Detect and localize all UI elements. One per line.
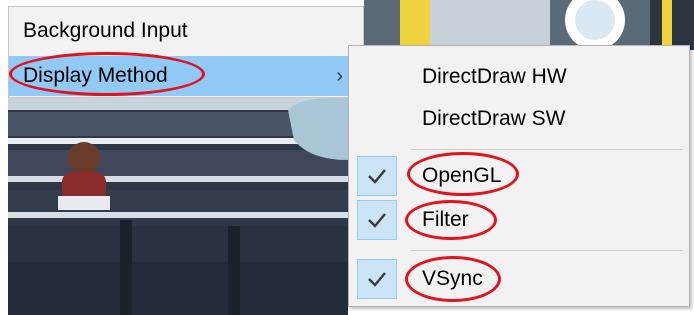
menu-item-label: Background Input	[23, 19, 188, 42]
screenshot-canvas: Background Input Display Method › Direct…	[0, 0, 694, 315]
menu-item-label: Display Method	[23, 64, 168, 87]
submenu-item-label: OpenGL	[422, 164, 502, 187]
submenu-item-directdraw-hw[interactable]: DirectDraw HW	[349, 56, 689, 98]
chevron-right-icon: ›	[336, 65, 343, 87]
submenu-item-filter[interactable]: Filter	[349, 199, 689, 241]
submenu-item-label: Filter	[422, 208, 469, 231]
checkmark-icon	[357, 200, 397, 240]
checkmark-icon	[357, 259, 397, 299]
menu-separator	[411, 250, 683, 251]
submenu-item-label: DirectDraw SW	[422, 107, 566, 130]
submenu-item-label: VSync	[422, 267, 483, 290]
parent-menu: Background Input Display Method ›	[8, 6, 364, 98]
submenu-item-label: DirectDraw HW	[422, 65, 567, 88]
submenu-item-vsync[interactable]: VSync	[349, 258, 689, 300]
menu-item-background-input[interactable]: Background Input	[9, 11, 363, 51]
menu-separator	[411, 149, 683, 150]
checkmark-icon	[357, 156, 397, 196]
menu-item-display-method[interactable]: Display Method ›	[9, 56, 363, 96]
display-method-submenu: DirectDraw HW DirectDraw SW OpenGL Filte…	[348, 45, 690, 307]
submenu-item-opengl[interactable]: OpenGL	[349, 155, 689, 197]
submenu-item-directdraw-sw[interactable]: DirectDraw SW	[349, 98, 689, 140]
